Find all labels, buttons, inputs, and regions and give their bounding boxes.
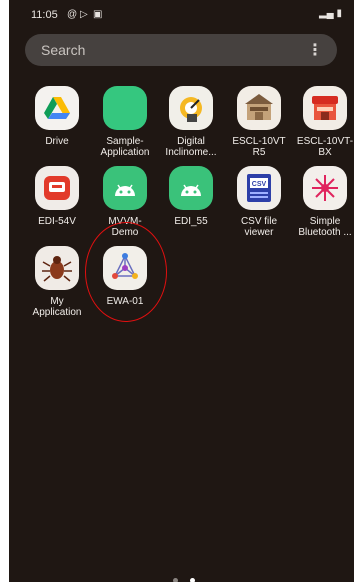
app-label: CSV file viewer [240,216,278,238]
more-options-icon[interactable]: ⋮ [307,40,323,60]
app-label: EDI-54V [38,216,76,227]
app-label: Simple Bluetooth ... [298,216,352,238]
edi-red-icon [35,166,79,210]
search-placeholder: Search [41,42,86,58]
app-digital-inclinometer[interactable]: Digital Inclinome... [157,86,225,158]
status-bar: 11:05 @ ▷ ▣ ▂▄ ▮ [9,0,354,30]
status-time: 11:05 [31,9,58,21]
app-drive[interactable]: Drive [23,86,91,147]
app-edi-54v[interactable]: EDI-54V [23,166,91,227]
green-app-icon [103,86,147,130]
app-sample-application[interactable]: Sample- Application [91,86,159,158]
svg-text:CSV: CSV [252,181,267,188]
square-icon: ▣ [93,9,103,20]
app-simple-bluetooth[interactable]: Simple Bluetooth ... [291,166,354,238]
escl-shop-red-icon [303,86,347,130]
app-edi-55[interactable]: EDI_55 [157,166,225,227]
google-drive-icon [35,86,79,130]
app-label: Sample- Application [100,136,150,158]
csv-viewer-icon: CSV [237,166,281,210]
escl-shop-icon [237,86,281,130]
app-label: ESCL-10VT R5 [232,136,286,158]
app-label: EDI_55 [174,216,208,227]
play-icon: ▷ [80,9,88,20]
android-icon [103,166,147,210]
red-annotation-circle [85,222,167,322]
page-indicator [169,570,199,582]
app-my-application[interactable]: My Application [23,246,91,318]
app-label: Drive [45,136,69,147]
android-icon [169,166,213,210]
page-dot-1[interactable] [173,578,178,582]
app-escl-10vt-r5[interactable]: ESCL-10VT R5 [225,86,293,158]
search-bar[interactable]: Search ⋮ [25,34,337,66]
app-label: My Application [32,296,82,318]
at-icon: @ [67,9,78,20]
app-csv-file-viewer[interactable]: CSV CSV file viewer [225,166,293,238]
bluetooth-star-icon [303,166,347,210]
page-dot-2-current[interactable] [190,578,196,582]
bug-icon [35,246,79,290]
signal-battery-icon: ▂▄ ▮ [318,8,342,19]
app-label: Digital Inclinome... [165,136,217,158]
digital-inclinometer-icon [169,86,213,130]
home-screen: 11:05 @ ▷ ▣ ▂▄ ▮ Search ⋮ Drive Sample- … [9,0,354,582]
app-label: ESCL-10VT- BX [296,136,354,158]
app-escl-10vt-bx[interactable]: ESCL-10VT- BX [291,86,354,158]
